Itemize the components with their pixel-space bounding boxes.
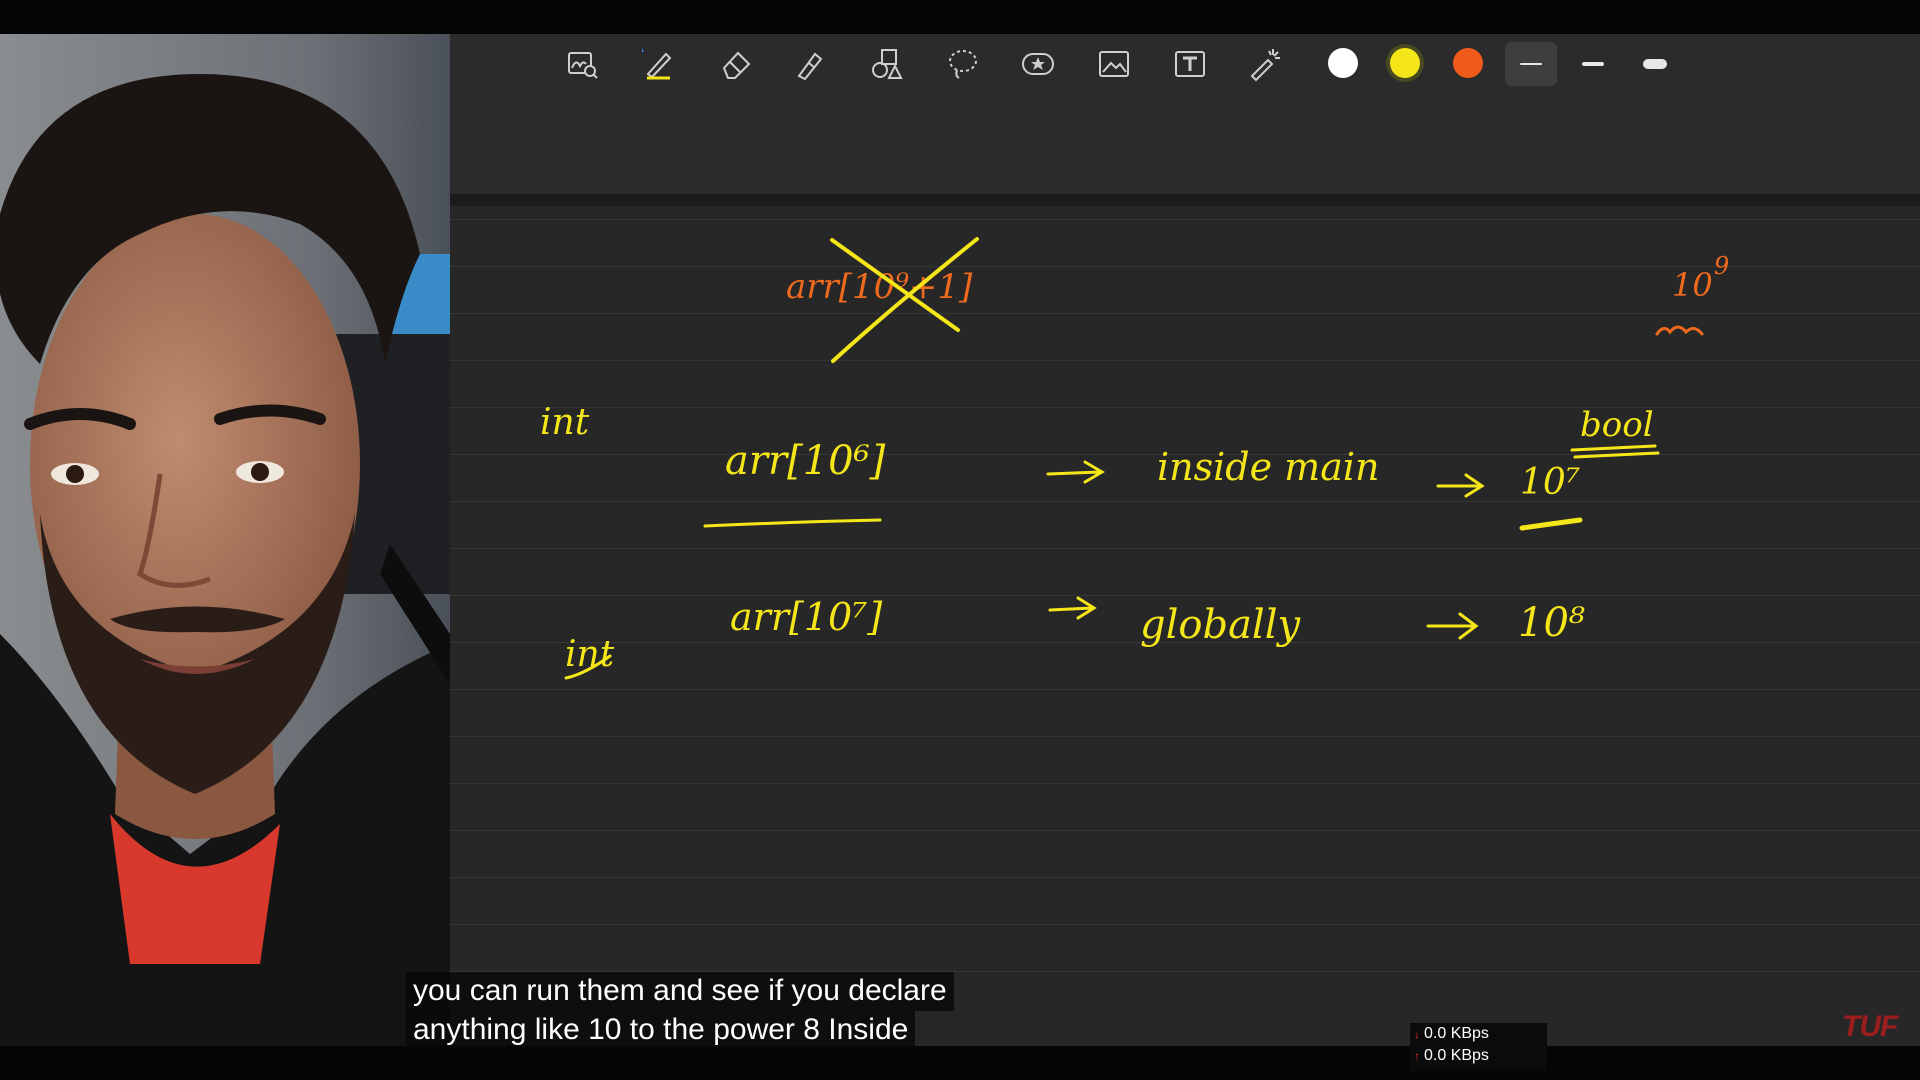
video-top-bar [0,0,1920,34]
top-right-note: 10 9 [1655,252,1729,336]
svg-text:10⁸: 10⁸ [1518,600,1585,646]
upload-arrow-icon: ↑ [1414,1049,1420,1063]
upload-speed: 0.0 KBps [1424,1047,1489,1064]
caption-line-1: you can run them and see if you declare [406,972,954,1011]
svg-text:globally: globally [1140,602,1302,648]
svg-text:10⁷: 10⁷ [1520,462,1580,503]
caption-line-2: anything like 10 to the power 8 Inside [406,1011,916,1050]
svg-text:10: 10 [1672,266,1713,304]
svg-text:arr[10⁶]: arr[10⁶] [725,438,886,484]
svg-text:9: 9 [1714,252,1729,280]
svg-text:inside main: inside main [1157,445,1380,489]
whiteboard: arr[10⁹+1] 10 9 int arr[10⁶] inside main… [450,34,1920,1046]
video-bottom-bar [0,1046,1920,1080]
row1-notes: int arr[10⁶] inside main 10⁷ bool [540,402,1660,531]
handwriting-layer: arr[10⁹+1] 10 9 int arr[10⁶] inside main… [540,237,1729,680]
download-speed: 0.0 KBps [1424,1025,1489,1042]
subtitle-caption: you can run them and see if you declare … [406,972,954,1050]
webcam-video [0,34,450,1046]
channel-logo: TUF [1842,1010,1898,1043]
row2-notes: int arr[10⁷] globally 10⁸ [564,595,1585,680]
network-speed-widget: ↓ 0.0 KBps ↑ 0.0 KBps [1410,1023,1547,1071]
svg-text:int: int [540,402,590,443]
download-arrow-icon: ↓ [1414,1027,1420,1041]
svg-text:bool: bool [1580,405,1654,445]
svg-text:arr[10⁷]: arr[10⁷] [730,595,882,639]
crossed-declaration: arr[10⁹+1] [786,237,979,363]
